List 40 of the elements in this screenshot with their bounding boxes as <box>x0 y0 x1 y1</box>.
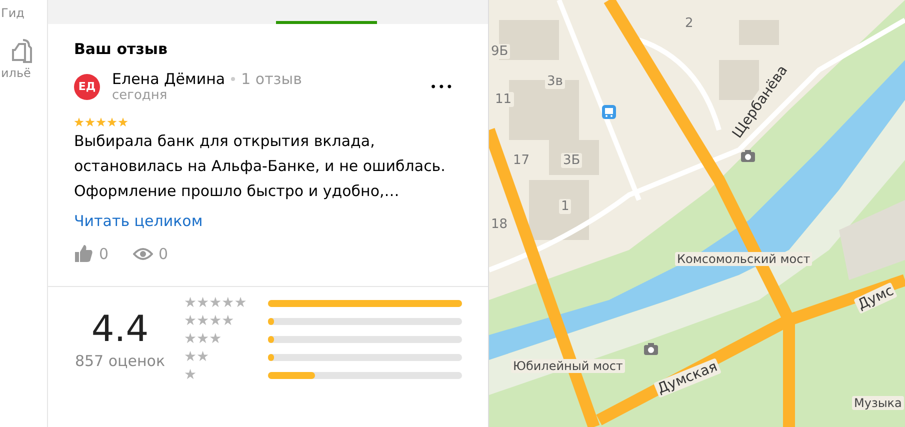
avatar: ЕД <box>74 74 100 100</box>
star-icon <box>107 117 117 127</box>
star-icon <box>85 117 95 127</box>
place-label: Музыка <box>852 396 904 410</box>
star-icon <box>96 117 106 127</box>
review-count: 1 отзыв <box>241 70 302 88</box>
section-heading: Ваш отзыв <box>74 40 168 58</box>
rating-count: 857 оценок <box>74 352 166 370</box>
author-name[interactable]: Елена Дёмина <box>112 70 226 88</box>
house-number: 3Б <box>561 153 582 168</box>
star-icon <box>118 117 128 127</box>
view-count: 0 <box>158 244 168 262</box>
place-label: Комсомольский мост <box>675 252 812 266</box>
camera-icon[interactable] <box>741 150 755 162</box>
rating-score: 4.4 <box>91 309 149 350</box>
map-drawing[interactable] <box>489 0 905 427</box>
read-more-link[interactable]: Читать целиком <box>74 212 203 230</box>
star-grade-label: ★★★ <box>184 333 223 346</box>
review-date: сегодня <box>112 88 168 103</box>
star-grade-label: ★ <box>184 369 198 382</box>
more-button[interactable]: ••• <box>430 80 454 94</box>
shopping-bag-icon[interactable] <box>9 38 33 64</box>
place-label: Юбилейный мост <box>511 359 625 373</box>
house-number: 11 <box>493 92 514 107</box>
star-grade-label: ★★★★ <box>184 315 236 328</box>
house-number: 9Б <box>489 44 510 59</box>
house-number: 1 <box>559 199 572 214</box>
sidebar-item[interactable]: Гид <box>1 6 24 20</box>
star-grade-label: ★★★★★ <box>184 297 248 310</box>
like-count: 0 <box>99 244 109 262</box>
bus-stop-icon[interactable] <box>602 105 616 119</box>
star-grade-label: ★★ <box>184 351 210 364</box>
separator-dot <box>231 77 236 81</box>
camera-icon[interactable] <box>644 343 658 355</box>
sidebar-item[interactable]: ильё <box>1 66 31 80</box>
review-text: Выбирала банк для открытия вклада, остановилась на Альфа-Банке, и не ошиблась. Оформление прошло быстро и удобно,… <box>74 131 446 202</box>
star-icon <box>74 117 84 127</box>
eye-icon <box>132 246 153 262</box>
house-number: 3в <box>545 74 565 89</box>
thumbs-up-icon[interactable] <box>74 244 93 263</box>
